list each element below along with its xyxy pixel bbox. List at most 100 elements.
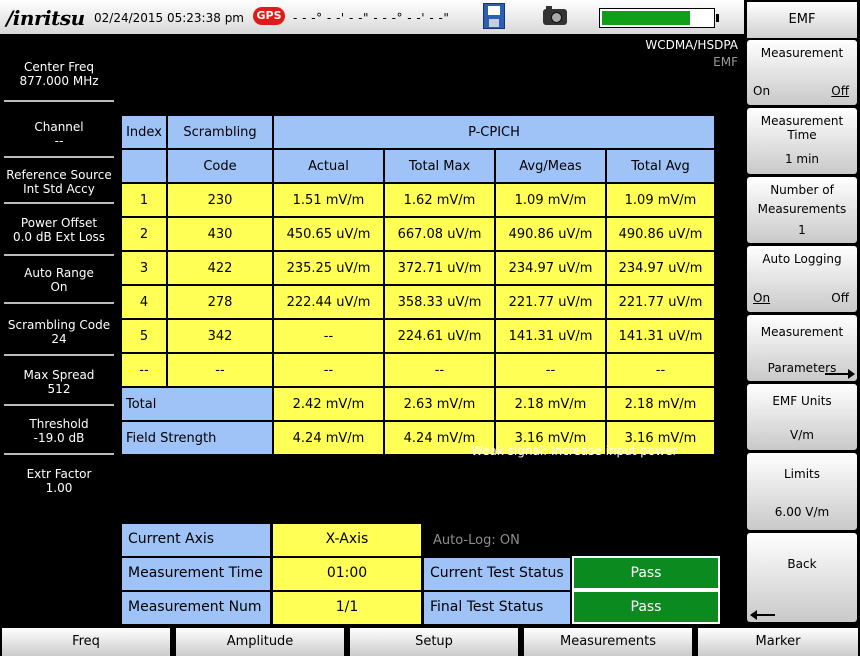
reference-source-block: Reference Source Int Std Accy <box>0 168 118 204</box>
channel-value: -- <box>54 134 64 148</box>
index-cell: 4 <box>120 284 168 320</box>
table-row: -- -- -- -- -- -- <box>120 352 716 388</box>
total-row: Total 2.42 mV/m 2.63 mV/m 2.18 mV/m 2.18… <box>120 386 716 422</box>
scrambling-code-cell: 230 <box>166 182 274 218</box>
anritsu-logo: /inritsu <box>6 6 85 30</box>
actual-cell: 235.25 uV/m <box>272 250 385 286</box>
header-blank <box>120 148 168 184</box>
auto-log-status: Auto-Log: ON <box>433 533 520 548</box>
freq-menu-button[interactable]: Freq <box>2 628 170 656</box>
camera-icon[interactable] <box>543 6 567 25</box>
number-of-measurements-button[interactable]: Number of Measurements 1 <box>747 177 857 243</box>
auto-logging-label: Auto Logging <box>762 252 842 266</box>
auto-range-value: On <box>50 280 68 294</box>
scrambling-code-label: Scrambling Code <box>7 318 111 332</box>
scrambling-code-cell: 430 <box>166 216 274 252</box>
measurement-on-option: On <box>753 84 771 98</box>
divider <box>4 100 114 102</box>
measurement-time-softkey-value: 1 min <box>784 152 820 166</box>
extr-factor-value: 1.00 <box>45 481 73 495</box>
max-spread-label: Max Spread <box>23 368 95 382</box>
measurement-parameters-button[interactable]: Measurement Parameters <box>747 315 857 381</box>
save-icon[interactable] <box>483 3 505 29</box>
battery-level <box>602 11 690 25</box>
mode-label: EMF <box>713 55 738 69</box>
auto-logging-off-option: Off <box>831 291 849 305</box>
limits-label: Limits <box>784 467 820 481</box>
total-avg-cell: 490.86 uV/m <box>605 216 716 252</box>
actual-cell: -- <box>272 318 385 354</box>
max-spread-block: Max Spread 512 <box>0 368 118 406</box>
extr-factor-block: Extr Factor 1.00 <box>0 467 118 507</box>
submenu-arrow-icon <box>825 369 855 379</box>
reference-source-value: Int Std Accy <box>23 182 95 196</box>
measurement-num-value: 1/1 <box>273 592 421 624</box>
index-cell: 5 <box>120 318 168 354</box>
emf-units-value: V/m <box>790 428 814 442</box>
avg-meas-cell: 234.97 uV/m <box>494 250 607 286</box>
back-arrow-icon <box>750 610 775 620</box>
center-freq-block: Center Freq 877.000 MHz <box>0 60 118 102</box>
table-subheader-row: Code Actual Total Max Avg/Meas Total Avg <box>120 148 716 184</box>
current-axis-label: Current Axis <box>122 524 270 556</box>
header-scrambling: Scrambling <box>166 114 274 150</box>
weak-signal-warning: Weak signal: Increase input power <box>471 444 678 458</box>
auto-logging-button[interactable]: Auto Logging On Off <box>747 246 857 312</box>
power-offset-block: Power Offset 0.0 dB Ext Loss <box>0 216 118 256</box>
current-test-status-label: Current Test Status <box>424 558 570 590</box>
total-avg-cell: 221.77 uV/m <box>605 284 716 320</box>
emf-units-button[interactable]: EMF Units V/m <box>747 384 857 450</box>
back-button[interactable]: Back <box>747 533 857 622</box>
scrambling-code-value: 24 <box>51 332 67 346</box>
actual-cell: 1.51 mV/m <box>272 182 385 218</box>
number-of-measurements-label-1: Number of <box>770 183 834 197</box>
measurements-menu-button[interactable]: Measurements <box>524 628 692 656</box>
threshold-label: Threshold <box>29 417 89 431</box>
total-avg-cell: 141.31 uV/m <box>605 318 716 354</box>
current-test-status-value: Pass <box>572 556 720 590</box>
measurement-onoff-button[interactable]: Measurement On Off <box>747 40 857 105</box>
auto-range-label: Auto Range <box>24 266 94 280</box>
header-actual: Actual <box>272 148 385 184</box>
avg-meas-cell: 490.86 uV/m <box>494 216 607 252</box>
limits-button[interactable]: Limits 6.00 V/m <box>747 453 857 530</box>
channel-label: Channel <box>34 120 84 134</box>
divider <box>4 302 114 304</box>
total-max-cell: 1.62 mV/m <box>383 182 496 218</box>
current-axis-value[interactable]: X-Axis <box>273 524 421 556</box>
avg-meas-cell: 221.77 uV/m <box>494 284 607 320</box>
measurement-time-button[interactable]: Measurement Time 1 min <box>747 108 857 174</box>
scrambling-code-block: Scrambling Code 24 <box>0 318 118 356</box>
total-max-cell: 358.33 uV/m <box>383 284 496 320</box>
gps-coordinates: - - -° - -' - -" - - -° - -' - -" <box>293 11 450 25</box>
limits-value: 6.00 V/m <box>774 505 830 519</box>
amplitude-menu-button[interactable]: Amplitude <box>176 628 344 656</box>
extr-factor-label: Extr Factor <box>26 467 92 481</box>
setup-menu-button[interactable]: Setup <box>350 628 518 656</box>
divider <box>4 404 114 406</box>
scrambling-code-cell: 422 <box>166 250 274 286</box>
measurement-time-value: 01:00 <box>273 558 421 590</box>
auto-range-block: Auto Range On <box>0 266 118 304</box>
actual-cell: 222.44 uV/m <box>272 284 385 320</box>
divider <box>4 354 114 356</box>
index-cell: 1 <box>120 182 168 218</box>
total-avg-cell: 234.97 uV/m <box>605 250 716 286</box>
avg-meas-cell: 1.09 mV/m <box>494 182 607 218</box>
final-test-status-value: Pass <box>572 590 720 624</box>
header-pcpich: P-CPICH <box>272 114 716 150</box>
marker-menu-button[interactable]: Marker <box>698 628 858 656</box>
field-strength-label: Field Strength <box>120 420 274 456</box>
datetime: 02/24/2015 05:23:38 pm <box>94 11 244 25</box>
number-of-measurements-label-2: Measurements <box>757 202 847 216</box>
emf-units-label: EMF Units <box>772 394 832 408</box>
index-cell: -- <box>120 352 168 388</box>
total-avg-cell: 1.09 mV/m <box>605 182 716 218</box>
pcpich-table: Index Scrambling P-CPICH Code Actual Tot… <box>120 114 716 456</box>
table-row: 4 278 222.44 uV/m 358.33 uV/m 221.77 uV/… <box>120 284 716 320</box>
power-offset-value: 0.0 dB Ext Loss <box>12 230 106 244</box>
total-max-cell: 224.61 uV/m <box>383 318 496 354</box>
divider <box>4 254 114 256</box>
final-test-status-label: Final Test Status <box>424 592 570 624</box>
softkey-menu-title: EMF <box>747 2 857 38</box>
